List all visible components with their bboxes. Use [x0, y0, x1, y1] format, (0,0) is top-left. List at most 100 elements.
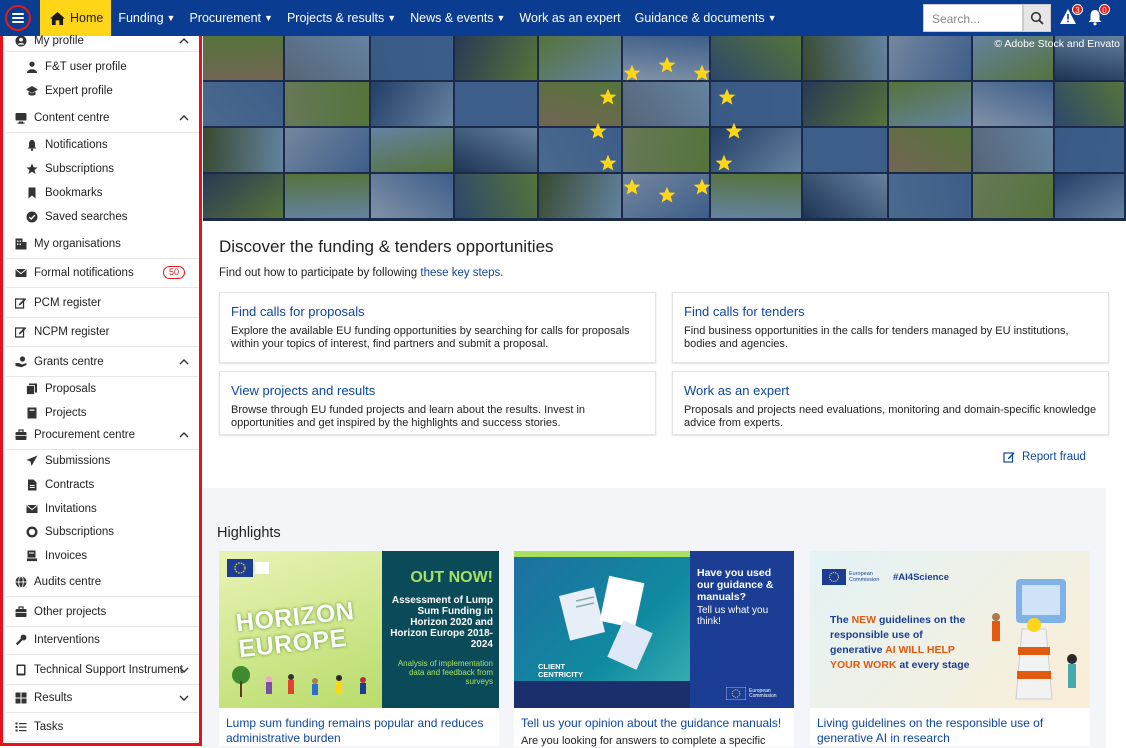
hero-photo-tile — [285, 128, 369, 172]
eu-star-icon — [599, 88, 617, 105]
eu-star-icon — [725, 122, 743, 139]
search-icon — [1030, 11, 1044, 25]
sidebar-item-subscriptions[interactable]: Subscriptions — [6, 521, 199, 543]
book-icon — [27, 407, 37, 419]
sidebar-item-formal-notifications[interactable]: Formal notifications 50 — [6, 259, 199, 288]
sidebar-item-subscriptions[interactable]: Subscriptions — [6, 158, 199, 180]
sidebar-item-label: Bookmarks — [45, 187, 103, 199]
highlights-title: Highlights — [217, 525, 281, 541]
highlight-card[interactable]: HORIZON EUROPE OUT NOW! Assessment of Lu… — [219, 551, 499, 746]
headline-new: NEW — [851, 614, 877, 626]
sidebar-item-ncpm-register[interactable]: NCPM register — [6, 318, 199, 347]
key-steps-link[interactable]: these key steps — [420, 267, 500, 279]
sidebar-item-interventions[interactable]: Interventions — [6, 626, 199, 655]
chevron-up-icon[interactable] — [179, 430, 189, 440]
lighthouse-illustration — [992, 579, 1077, 700]
sidebar-item-proposals[interactable]: Proposals — [6, 378, 199, 400]
card-title: Find calls for proposals — [231, 304, 365, 319]
highlight-card[interactable]: European Commission #AI4Science The NEW … — [810, 551, 1090, 746]
highlight-caption[interactable]: Lump sum funding remains popular and red… — [219, 708, 499, 746]
sidebar-item-submissions[interactable]: Submissions — [6, 450, 199, 472]
envelope-icon — [26, 505, 38, 513]
nav-news-events[interactable]: News & events ▼ — [403, 0, 512, 36]
sidebar-item-notifications[interactable]: Notifications — [6, 134, 199, 156]
sidebar-item-tasks[interactable]: Tasks — [6, 713, 199, 742]
hamburger-icon — [5, 5, 31, 31]
hero-photo-tile — [203, 36, 283, 80]
sidebar-item-expert-profile[interactable]: Expert profile — [6, 80, 199, 102]
eu-star-icon — [715, 154, 733, 171]
wrench-icon — [15, 634, 27, 645]
sidebar-item-pcm-register[interactable]: PCM register — [6, 289, 199, 318]
hero-photo-tile — [371, 174, 453, 218]
sidebar-item-grants-centre[interactable]: Grants centre — [6, 348, 199, 377]
sidebar-item-label: Formal notifications — [34, 266, 134, 279]
highlight-headline: OUT NOW! — [410, 569, 493, 586]
chevron-down-icon[interactable] — [179, 665, 189, 675]
highlight-caption[interactable]: Living guidelines on the responsible use… — [810, 708, 1090, 746]
hero-photo-tile — [889, 82, 971, 126]
eu-star-icon — [589, 122, 607, 139]
search-input[interactable]: Search... — [923, 4, 1023, 32]
hero-photo-tile — [889, 128, 971, 172]
chevron-up-icon[interactable] — [179, 36, 189, 46]
sidebar-item-my-organisations[interactable]: My organisations — [6, 230, 199, 259]
card-find-calls-proposals[interactable]: Find calls for proposals Explore the ava… — [219, 292, 656, 363]
hero-photo-tile — [203, 128, 283, 172]
sidebar-item-invitations[interactable]: Invitations — [6, 498, 199, 520]
nav-work-as-an-expert[interactable]: Work as an expert — [512, 0, 627, 36]
hero-photo-tile — [623, 82, 709, 126]
check-circle-icon — [26, 211, 38, 223]
nav-guidance-documents[interactable]: Guidance & documents ▼ — [628, 0, 784, 36]
nav-projects-results[interactable]: Projects & results ▼ — [280, 0, 403, 36]
sidebar-item-other-projects[interactable]: Other projects — [6, 598, 199, 627]
tablet-icon — [16, 664, 26, 675]
page-title: Discover the funding & tenders opportuni… — [219, 237, 554, 256]
sidebar-item-invoices[interactable]: Invoices — [6, 545, 199, 567]
sidebar-item-content-centre[interactable]: Content centre — [6, 104, 199, 133]
sidebar-item-procurement-centre[interactable]: Procurement centre — [6, 421, 199, 450]
alerts-button[interactable]: 3 — [1059, 4, 1083, 28]
highlight-caption[interactable]: Tell us your opinion about the guidance … — [514, 708, 794, 731]
eu-flag-icon — [227, 559, 269, 577]
card-view-projects[interactable]: View projects and results Browse through… — [219, 371, 656, 435]
hero-photo-tile — [711, 174, 801, 218]
sidebar-item-label: Proposals — [45, 383, 97, 395]
report-fraud-link[interactable]: Report fraud — [1003, 451, 1086, 463]
hero-photo-tile — [285, 82, 369, 126]
highlight-card[interactable]: CLIENT CENTRICITY Have you used our guid… — [514, 551, 794, 747]
sidebar-item-bookmarks[interactable]: Bookmarks — [6, 182, 199, 204]
sidebar-item-label: My organisations — [34, 237, 121, 250]
caret-down-icon: ▼ — [496, 13, 506, 23]
highlight-image-guidance: CLIENT CENTRICITY Have you used our guid… — [514, 551, 794, 708]
sidebar-item-label: Invoices — [45, 550, 88, 562]
notifications-button[interactable]: 0 — [1086, 4, 1110, 28]
sidebar-item-my-profile[interactable]: My profile — [6, 30, 199, 52]
hero-photo-tile — [203, 82, 283, 126]
sidebar-item-technical-support-instrument[interactable]: Technical Support Instrument — [6, 656, 199, 685]
card-title: Work as an expert — [684, 383, 790, 398]
hero-photo-tile — [371, 82, 453, 126]
search-button[interactable] — [1023, 4, 1051, 32]
monitor-icon — [15, 112, 27, 124]
sidebar-item-audits-centre[interactable]: Audits centre — [6, 568, 199, 597]
sidebar-item-saved-searches[interactable]: Saved searches — [6, 206, 199, 228]
card-find-calls-tenders[interactable]: Find calls for tenders Find business opp… — [672, 292, 1109, 363]
sidebar-item-f-t-user-profile[interactable]: F&T user profile — [6, 56, 199, 78]
highlight-image-lump-sum: HORIZON EUROPE OUT NOW! Assessment of Lu… — [219, 551, 499, 708]
card-work-as-expert[interactable]: Work as an expert Proposals and projects… — [672, 371, 1109, 435]
edit-icon — [15, 326, 27, 338]
chevron-up-icon[interactable] — [179, 357, 189, 367]
chevron-down-icon[interactable] — [179, 693, 189, 703]
building-icon — [15, 238, 27, 249]
sidebar-item-results[interactable]: Results — [6, 684, 199, 713]
globe-icon — [15, 575, 27, 588]
sidebar-item-label: Tasks — [34, 720, 64, 733]
sidebar-item-contracts[interactable]: Contracts — [6, 474, 199, 496]
report-fraud-label: Report fraud — [1022, 451, 1086, 463]
hero-photo-tile — [203, 174, 283, 218]
eu-star-icon — [623, 64, 641, 81]
paper-plane-icon — [26, 455, 38, 466]
alerts-count-badge: 3 — [1072, 4, 1083, 15]
chevron-up-icon[interactable] — [179, 113, 189, 123]
